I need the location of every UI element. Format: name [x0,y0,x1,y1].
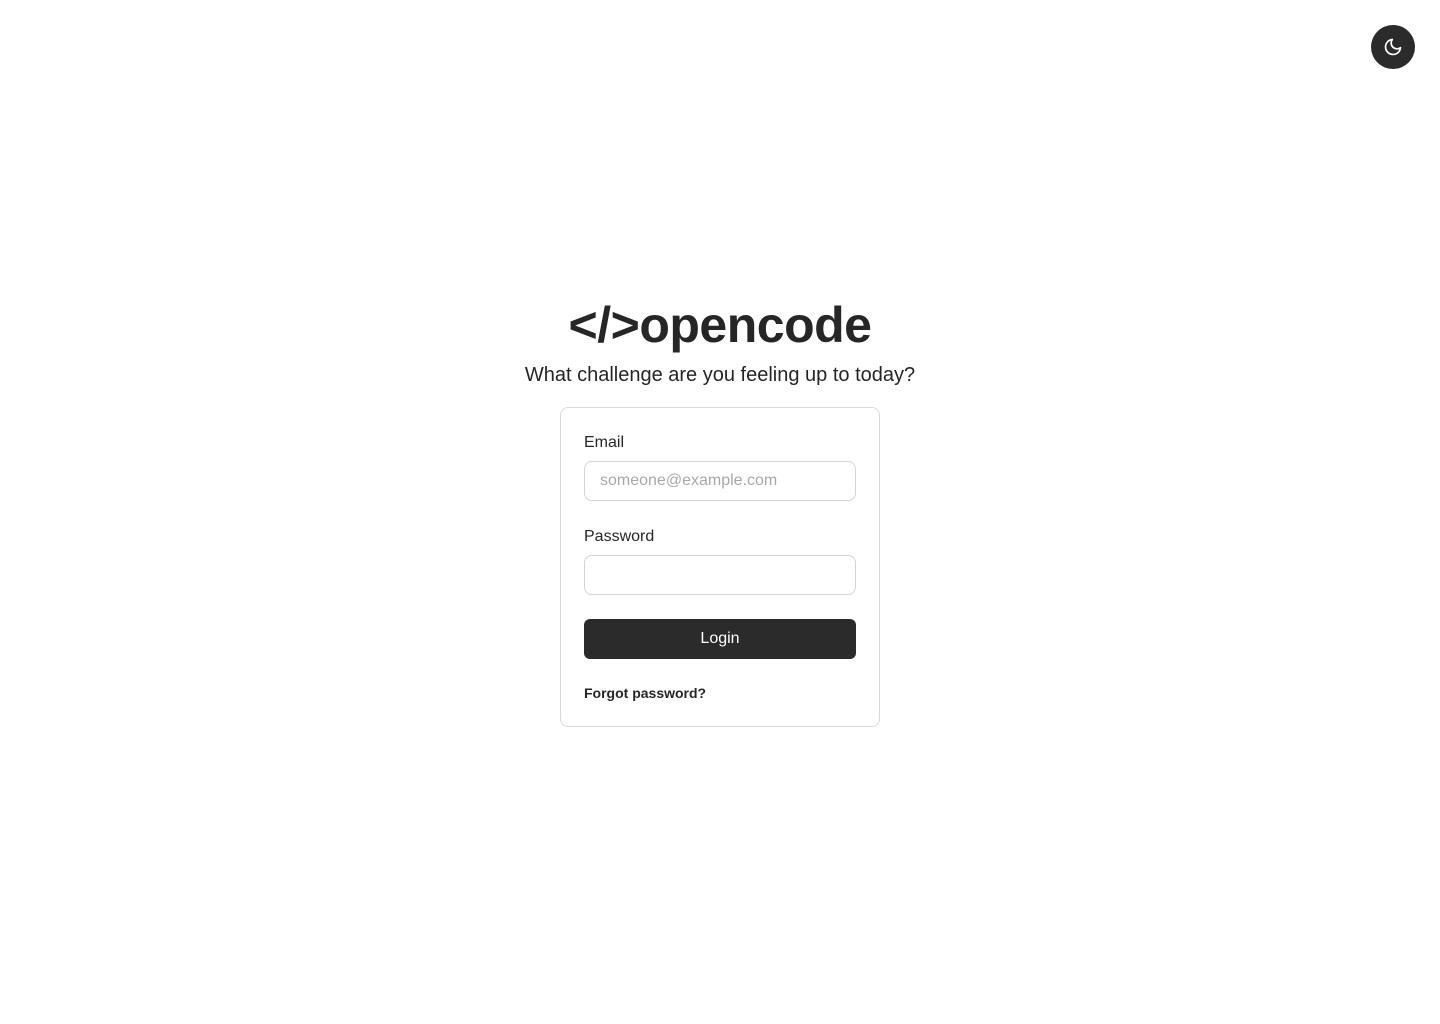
email-field[interactable] [584,461,856,501]
email-label: Email [584,434,625,451]
logo: </>opencode [568,297,872,353]
theme-toggle-button[interactable] [1371,25,1415,69]
login-button[interactable]: Login [584,619,856,659]
moon-icon [1383,37,1403,57]
password-field[interactable] [584,555,856,595]
login-form: Email Password Login Forgot password? [560,407,880,727]
password-label: Password [584,528,655,545]
forgot-password-link[interactable]: Forgot password? [584,684,706,702]
tagline: What challenge are you feeling up to tod… [524,364,916,386]
